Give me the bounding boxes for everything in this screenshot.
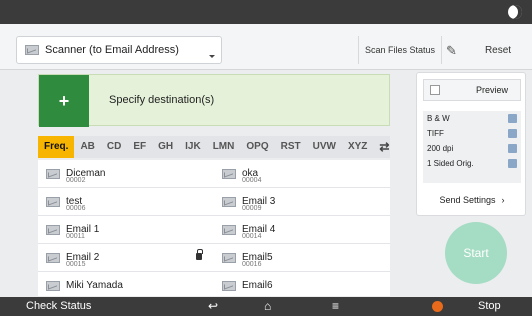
list-item[interactable]: oka 00004 <box>214 160 390 188</box>
list-item[interactable]: Email 4 00014 <box>214 216 390 244</box>
dropdown-caret-icon <box>209 55 215 58</box>
specify-destination-label: Specify destination(s) <box>109 94 215 106</box>
back-icon[interactable]: ↩ <box>208 299 218 313</box>
home-icon[interactable]: ⌂ <box>264 299 271 313</box>
switch-title-icon[interactable]: ⇄ <box>379 140 389 154</box>
list-item-name: Email6 <box>242 280 273 291</box>
tab-freq[interactable]: Freq. <box>38 136 75 158</box>
email-icon <box>222 168 236 179</box>
tab-cd[interactable]: CD <box>101 136 127 158</box>
tab-opq[interactable]: OPQ <box>240 136 274 158</box>
list-item-number: 00006 <box>66 205 86 212</box>
setting-color: B & W <box>423 111 521 126</box>
original-icon <box>508 159 517 168</box>
scan-settings-summary[interactable]: B & W TIFF 200 dpi 1 Sided Orig. <box>423 111 521 183</box>
list-item[interactable]: Email 3 00009 <box>214 188 390 216</box>
chevron-right-icon: › <box>501 195 505 205</box>
setting-resolution: 200 dpi <box>423 141 521 156</box>
tab-gh[interactable]: GH <box>152 136 179 158</box>
reset-button[interactable]: Reset <box>472 36 524 64</box>
list-item-number: 00011 <box>66 233 85 240</box>
list-item-number: 00014 <box>242 233 262 240</box>
tab-lmn[interactable]: LMN <box>207 136 241 158</box>
tab-ef[interactable]: EF <box>127 136 152 158</box>
tab-ab[interactable]: AB <box>74 136 100 158</box>
status-bar <box>0 0 532 24</box>
start-button[interactable]: Start <box>445 222 507 284</box>
color-mode-icon <box>508 114 517 123</box>
list-item[interactable]: Email5 00016 <box>214 244 390 272</box>
preview-checkbox[interactable] <box>430 85 440 95</box>
address-tabs: Freq. AB CD EF GH IJK LMN OPQ RST UVW XY… <box>38 136 390 158</box>
tab-xyz[interactable]: XYZ <box>342 136 373 158</box>
stop-icon <box>432 301 443 312</box>
settings-panel: Preview B & W TIFF 200 dpi 1 Sided Orig.… <box>416 72 526 216</box>
email-icon <box>46 252 60 263</box>
email-icon <box>25 45 39 55</box>
file-type-icon <box>508 129 517 138</box>
setting-original: 1 Sided Orig. <box>423 156 521 171</box>
function-select[interactable]: Scanner (to Email Address) <box>16 36 222 64</box>
menu-icon[interactable]: ≡ <box>332 299 339 313</box>
bottom-bar: Check Status ↩ ⌂ ≡ Stop <box>0 297 532 316</box>
email-icon <box>222 280 236 291</box>
list-item[interactable]: Email6 <box>214 272 390 300</box>
email-icon <box>46 196 60 207</box>
function-label: Scanner (to Email Address) <box>45 44 179 56</box>
list-item[interactable]: Email 1 00011 <box>38 216 214 244</box>
tab-uvw[interactable]: UVW <box>307 136 342 158</box>
add-destination-icon[interactable]: + <box>39 75 89 127</box>
email-icon <box>46 224 60 235</box>
list-item-number: 00016 <box>242 261 262 268</box>
list-item-number: 00002 <box>66 177 86 184</box>
pen-icon[interactable]: ✎ <box>446 43 457 59</box>
list-item[interactable]: Email 2 00015 <box>38 244 214 272</box>
list-item-number: 00004 <box>242 177 262 184</box>
preview-toggle[interactable]: Preview <box>423 79 521 101</box>
list-item[interactable]: test 00006 <box>38 188 214 216</box>
check-status-button[interactable]: Check Status <box>26 300 91 312</box>
lock-icon <box>196 249 203 260</box>
email-icon <box>46 168 60 179</box>
title-bar: Scanner (to Email Address) Scan Files St… <box>0 24 532 70</box>
tab-rst[interactable]: RST <box>275 136 307 158</box>
address-list: Diceman 00002 oka 00004 test 00006 Email… <box>38 160 390 300</box>
moon-icon[interactable] <box>508 5 522 19</box>
email-icon <box>46 280 60 291</box>
specify-destination-panel[interactable]: + Specify destination(s) <box>38 74 390 127</box>
stop-button[interactable]: Stop <box>478 300 501 312</box>
send-settings-button[interactable]: Send Settings › <box>423 189 521 211</box>
setting-file-type: TIFF <box>423 126 521 141</box>
list-item-number: 00009 <box>242 205 262 212</box>
list-item-number: 00015 <box>66 261 86 268</box>
preview-label: Preview <box>475 85 508 95</box>
resolution-icon <box>508 144 517 153</box>
tab-ijk[interactable]: IJK <box>179 136 207 158</box>
scan-files-status-button[interactable]: Scan Files Status <box>358 36 442 64</box>
email-icon <box>222 196 236 207</box>
email-icon <box>222 224 236 235</box>
email-icon <box>222 252 236 263</box>
list-item[interactable]: Miki Yamada <box>38 272 214 300</box>
list-item-name: Miki Yamada <box>66 280 123 291</box>
list-item[interactable]: Diceman 00002 <box>38 160 214 188</box>
